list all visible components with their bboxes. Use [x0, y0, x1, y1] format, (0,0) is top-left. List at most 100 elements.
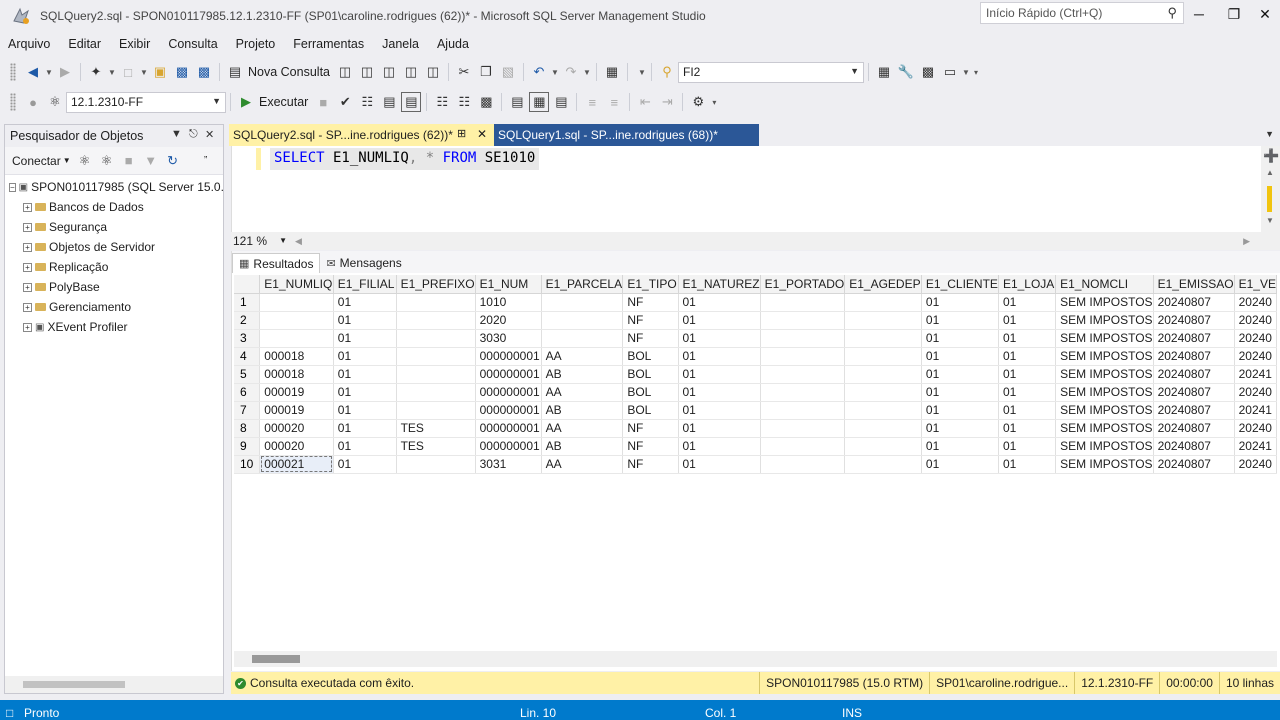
table-row[interactable]: 1 01 1010 NF 01 01 01 SEM IMPOSTOS 20240807 20240 — [234, 293, 1277, 312]
close-button[interactable]: ✕ — [1250, 2, 1280, 26]
table-cell[interactable]: 01 — [998, 293, 1057, 312]
table-cell[interactable]: 20240807 — [1153, 437, 1235, 456]
change-connection-icon[interactable]: ⚛ — [45, 92, 65, 112]
table-cell[interactable]: 01 — [678, 329, 761, 348]
table-cell[interactable]: SEM IMPOSTOS — [1055, 347, 1154, 366]
redo-icon[interactable]: ↷ — [561, 62, 581, 82]
table-cell[interactable]: BOL — [622, 401, 679, 420]
table-cell[interactable]: 20240807 — [1153, 347, 1235, 366]
column-header[interactable]: E1_NUMLIQ — [259, 275, 334, 294]
table-cell[interactable]: NF — [622, 419, 679, 438]
table-cell[interactable]: 01 — [333, 329, 397, 348]
row-number-cell[interactable]: 4 — [234, 347, 261, 366]
menu-ajuda[interactable]: Ajuda — [429, 37, 479, 51]
table-cell[interactable]: SEM IMPOSTOS — [1055, 437, 1154, 456]
undo-dropdown-icon[interactable]: ▼ — [551, 62, 559, 82]
table-cell[interactable] — [844, 437, 922, 456]
table-cell[interactable] — [760, 365, 846, 384]
code-line-1[interactable]: SELECT E1_NUMLIQ, * FROM SE1010 — [270, 148, 540, 170]
tab-sqlquery1[interactable]: SQLQuery1.sql - SP...ine.rodrigues (68))… — [494, 124, 759, 146]
menu-exibir[interactable]: Exibir — [111, 37, 160, 51]
connect-server-icon[interactable]: ⚛ — [75, 151, 95, 171]
display-estimated-plan-icon[interactable]: ☷ — [357, 92, 377, 112]
table-cell[interactable]: NF — [622, 293, 679, 312]
chevron-down-icon[interactable]: ▼ — [279, 236, 287, 245]
table-cell[interactable]: 01 — [998, 455, 1057, 474]
column-header[interactable]: E1_PARCELA — [541, 275, 624, 294]
available-databases-combo[interactable]: 12.1.2310-FF ▼ — [66, 91, 226, 113]
command-window-icon[interactable]: ▭ — [940, 62, 960, 82]
table-cell[interactable]: 2020 — [475, 311, 542, 330]
table-cell[interactable]: NF — [622, 311, 679, 330]
column-header[interactable]: E1_NOMCLI — [1055, 275, 1154, 294]
table-cell[interactable] — [844, 293, 922, 312]
scroll-down-icon[interactable]: ▼ — [1266, 216, 1274, 225]
table-cell[interactable]: NF — [622, 437, 679, 456]
tree-node-databases[interactable]: + Bancos de Dados — [5, 197, 223, 217]
table-cell[interactable]: SEM IMPOSTOS — [1055, 311, 1154, 330]
table-cell[interactable] — [259, 311, 334, 330]
scroll-right-icon[interactable]: ▶ — [1243, 236, 1250, 247]
table-cell[interactable]: AB — [541, 401, 624, 420]
table-cell[interactable]: 20241 — [1234, 437, 1277, 456]
undo-icon[interactable]: ↶ — [529, 62, 549, 82]
table-cell[interactable] — [844, 311, 922, 330]
query-editor[interactable]: SELECT E1_NUMLIQ, * FROM SE1010 ➕ ▲ ▼ — [231, 146, 1280, 232]
table-cell[interactable]: 000000001 — [475, 347, 542, 366]
table-cell[interactable]: 01 — [333, 437, 397, 456]
table-cell[interactable] — [396, 311, 476, 330]
zoom-combo[interactable]: 121 % ▼ — [231, 233, 291, 249]
query-designer-icon[interactable]: ▤ — [379, 92, 399, 112]
toolbar-overflow-icon[interactable]: ▾ — [972, 62, 980, 82]
table-cell[interactable] — [396, 329, 476, 348]
uncomment-icon[interactable]: ≡ — [604, 92, 624, 112]
new-query-icon[interactable]: ▤ — [225, 62, 245, 82]
expand-icon[interactable]: + — [23, 302, 32, 312]
quick-launch-input[interactable]: Início Rápido (Ctrl+Q) ⚲ — [980, 2, 1184, 24]
mdx-query-icon[interactable]: ◫ — [357, 62, 377, 82]
table-row[interactable]: 7 000019 01 000000001 AB BOL 01 01 01 SEM IMPOSTO… — [234, 401, 1277, 420]
tree-node-management[interactable]: + Gerenciamento — [5, 297, 223, 317]
table-cell[interactable]: 01 — [998, 365, 1057, 384]
table-cell[interactable]: 20240 — [1234, 455, 1277, 474]
toolbar-grip[interactable] — [10, 93, 16, 111]
results-hscrollbar[interactable] — [234, 651, 1277, 667]
table-cell[interactable]: 01 — [333, 383, 397, 402]
wrench-icon[interactable]: 🔧 — [896, 62, 916, 82]
command-window-dropdown-icon[interactable]: ▼ — [962, 62, 970, 82]
table-cell[interactable]: 01 — [998, 419, 1057, 438]
table-row[interactable]: 3 01 3030 NF 01 01 01 SEM IMPOSTOS 20240807 20240 — [234, 329, 1277, 348]
results-to-text-icon[interactable]: ▤ — [507, 92, 527, 112]
paste-icon[interactable]: ▧ — [498, 62, 518, 82]
new-query-button[interactable]: Nova Consulta — [248, 65, 330, 79]
table-cell[interactable]: 01 — [333, 347, 397, 366]
restore-button[interactable]: ❐ — [1219, 2, 1249, 26]
column-header[interactable]: E1_CLIENTE — [921, 275, 999, 294]
expand-icon[interactable]: + — [23, 282, 32, 292]
row-number-cell[interactable]: 3 — [234, 329, 261, 348]
column-header[interactable]: E1_AGEDEP — [844, 275, 922, 294]
connect-icon[interactable]: ● — [23, 92, 43, 112]
table-cell[interactable] — [760, 437, 846, 456]
table-cell[interactable]: AA — [541, 347, 624, 366]
execute-icon[interactable]: ▶ — [236, 92, 256, 112]
close-tab-icon[interactable]: ✕ — [477, 127, 487, 141]
pin-tab-icon[interactable]: ⊞ — [457, 127, 466, 140]
table-cell[interactable]: 000020 — [259, 419, 334, 438]
results-to-file-icon[interactable]: ▤ — [401, 92, 422, 112]
minimize-button[interactable]: ─ — [1184, 2, 1214, 26]
table-cell[interactable] — [396, 293, 476, 312]
table-cell[interactable]: 01 — [998, 401, 1057, 420]
table-cell[interactable]: 01 — [333, 455, 397, 474]
table-row[interactable]: 2 01 2020 NF 01 01 01 SEM IMPOSTOS 20240807 20240 — [234, 311, 1277, 330]
table-cell[interactable]: NF — [622, 329, 679, 348]
tab-messages[interactable]: ✉ Mensagens — [320, 253, 407, 273]
table-cell[interactable] — [760, 347, 846, 366]
forward-icon[interactable]: ▶ — [55, 62, 75, 82]
table-cell[interactable]: 01 — [921, 455, 999, 474]
toolbox-icon[interactable]: ▩ — [918, 62, 938, 82]
table-cell[interactable] — [760, 293, 846, 312]
include-actual-plan-icon[interactable]: ☷ — [432, 92, 452, 112]
back-dropdown-icon[interactable]: ▼ — [45, 62, 53, 82]
live-query-stats-icon[interactable]: ☷ — [454, 92, 474, 112]
